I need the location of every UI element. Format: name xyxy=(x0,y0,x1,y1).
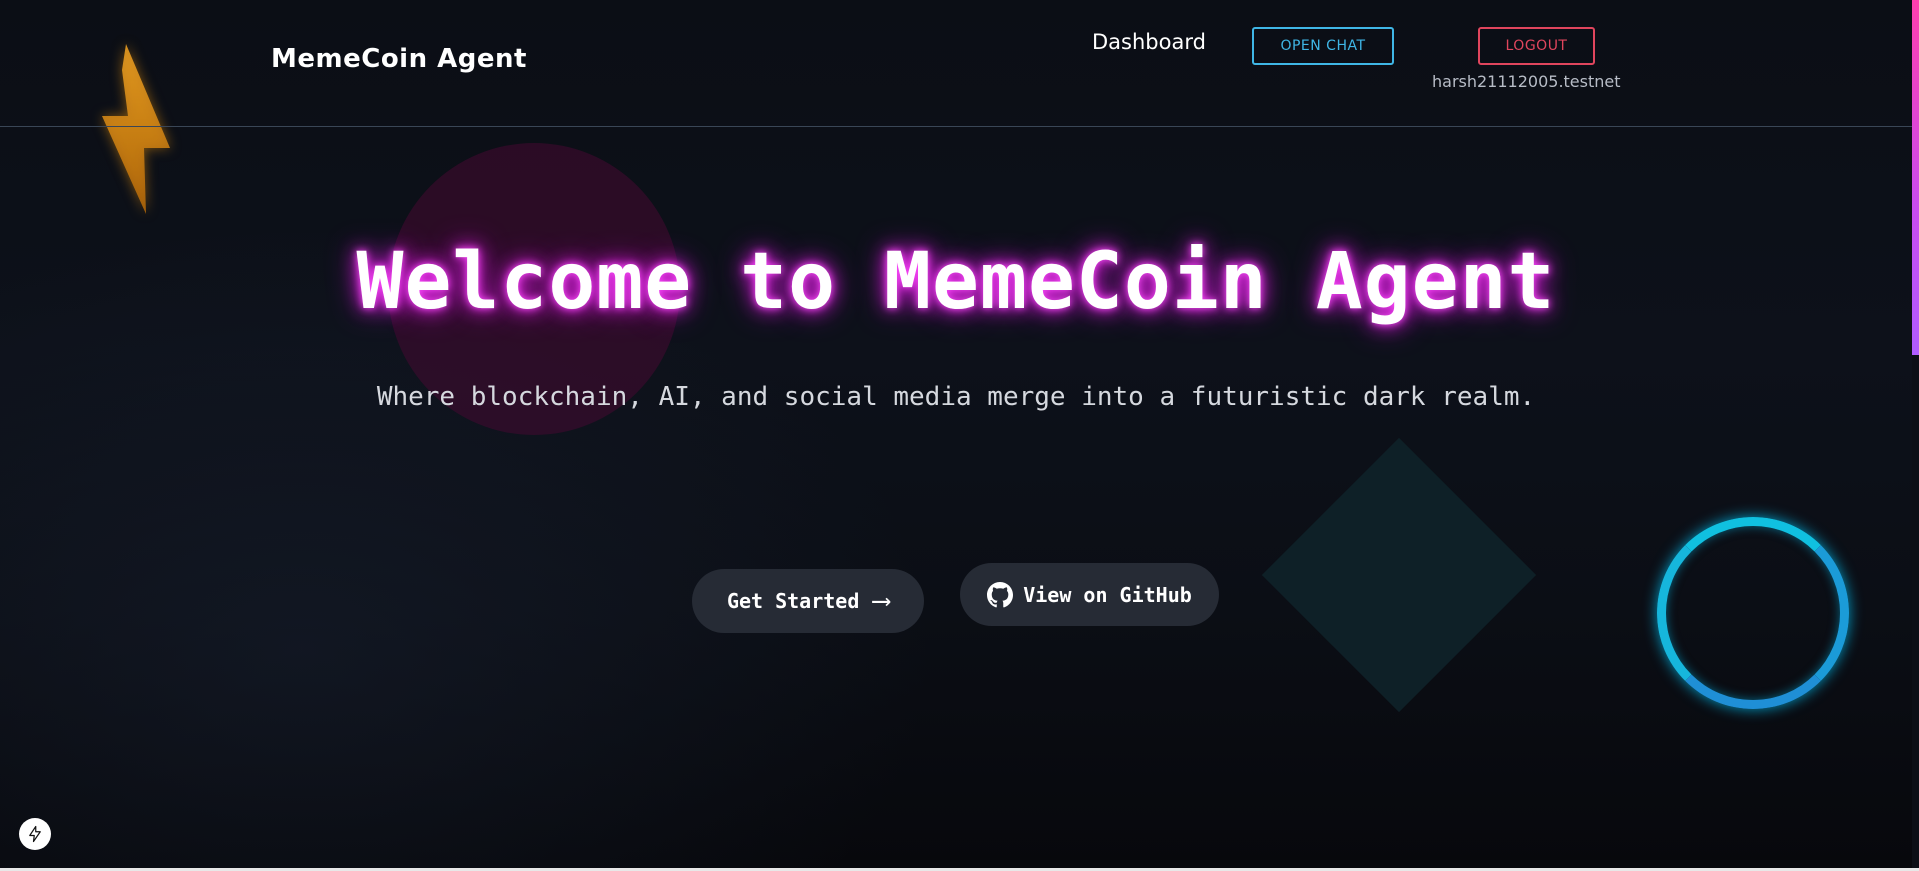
arrow-right-icon: ⟶ xyxy=(873,586,890,616)
top-navbar: MemeCoin Agent Dashboard OPEN CHAT LOGOU… xyxy=(0,0,1912,127)
github-label: View on GitHub xyxy=(1023,582,1192,607)
logout-button[interactable]: LOGOUT xyxy=(1478,27,1595,65)
page: MemeCoin Agent Dashboard OPEN CHAT LOGOU… xyxy=(0,0,1919,871)
hero-title: Welcome to MemeCoin Agent xyxy=(356,237,1556,327)
bolt-badge-button[interactable] xyxy=(19,818,51,850)
open-chat-button[interactable]: OPEN CHAT xyxy=(1252,27,1394,65)
view-on-github-button[interactable]: View on GitHub xyxy=(960,563,1219,626)
nav-dashboard-link[interactable]: Dashboard xyxy=(1092,30,1206,54)
cyan-ring-decoration xyxy=(1657,517,1849,709)
app-logo[interactable]: MemeCoin Agent xyxy=(271,44,527,74)
diamond-decoration xyxy=(1261,437,1537,713)
bolt-badge-icon xyxy=(29,825,41,843)
github-icon xyxy=(987,581,1014,607)
hero-subtitle: Where blockchain, AI, and social media m… xyxy=(376,382,1536,412)
scrollbar-thumb[interactable] xyxy=(1912,0,1919,355)
get-started-button[interactable]: Get Started ⟶ xyxy=(692,569,924,633)
account-id: harsh21112005.testnet xyxy=(1432,72,1621,91)
get-started-label: Get Started xyxy=(726,589,860,613)
